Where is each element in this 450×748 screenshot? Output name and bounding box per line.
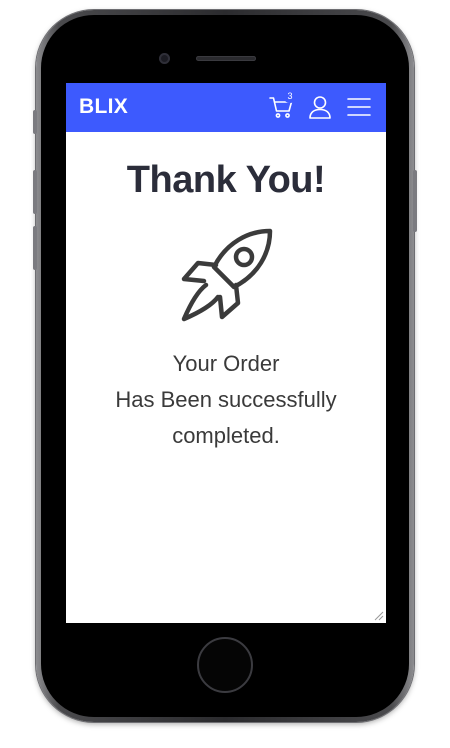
user-icon[interactable] bbox=[307, 94, 333, 120]
confirmation-message: Your Order Has Been successfully complet… bbox=[86, 346, 366, 454]
phone-screen: BLIX 3 Thank You! Your Order Has Been su… bbox=[66, 83, 386, 623]
home-button[interactable] bbox=[197, 637, 253, 693]
resize-grip-icon[interactable] bbox=[374, 611, 384, 621]
volume-down-button bbox=[33, 226, 37, 270]
message-line: completed. bbox=[172, 423, 280, 448]
brand-logo[interactable]: BLIX bbox=[79, 95, 128, 119]
message-line: Your Order bbox=[172, 351, 280, 376]
page-title: Thank You! bbox=[126, 159, 326, 201]
volume-up-button bbox=[33, 170, 37, 214]
cart-count-badge: 3 bbox=[283, 89, 297, 103]
message-line: Has Been successfully bbox=[115, 387, 337, 412]
mute-switch bbox=[33, 110, 37, 134]
mockup-stage: BLIX 3 Thank You! Your Order Has Been su… bbox=[0, 0, 450, 748]
front-camera bbox=[159, 53, 170, 64]
top-navbar: BLIX 3 bbox=[66, 83, 386, 132]
menu-icon[interactable] bbox=[346, 94, 372, 120]
power-button bbox=[413, 170, 417, 232]
rocket-icon bbox=[181, 228, 273, 322]
earpiece-speaker bbox=[196, 56, 256, 61]
